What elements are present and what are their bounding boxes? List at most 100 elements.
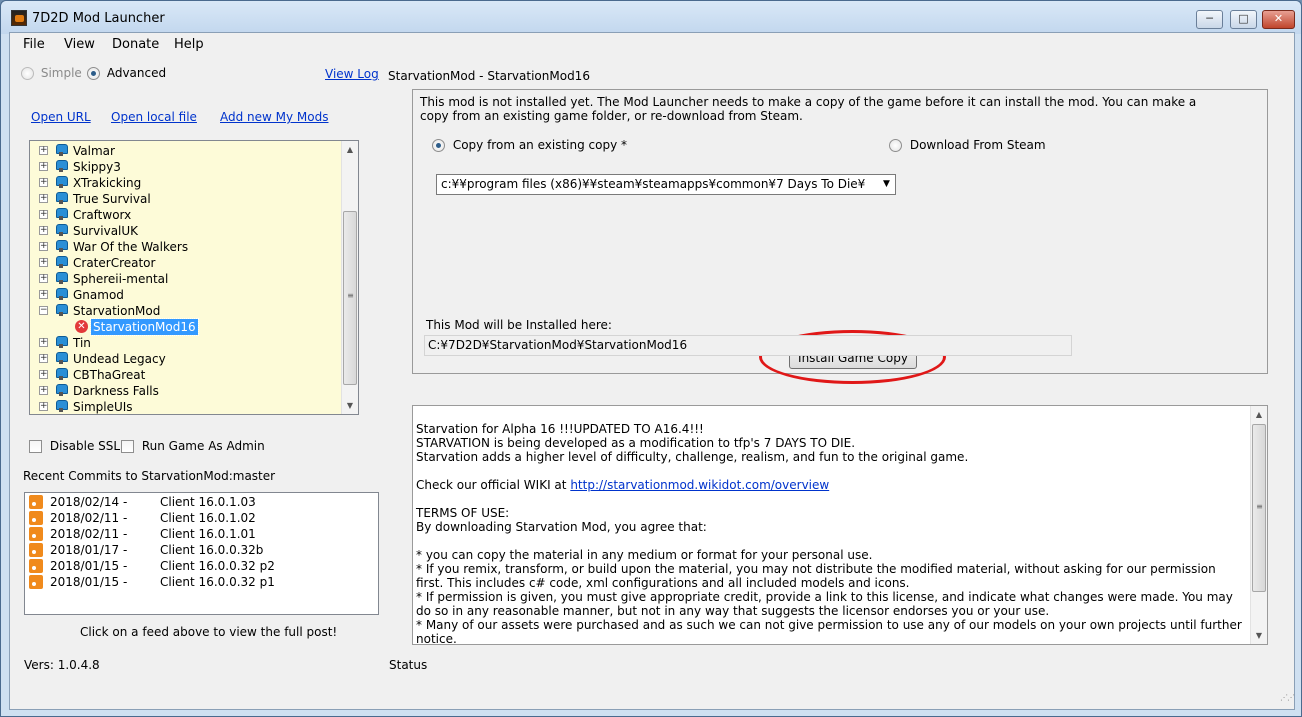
expand-icon[interactable]: +	[39, 178, 48, 187]
mode-simple-option[interactable]: Simple	[21, 66, 82, 80]
game-path-dropdown[interactable]: c:¥¥program files (x86)¥¥steam¥steamapps…	[436, 174, 896, 195]
tree-item[interactable]: + Darkness Falls	[30, 383, 343, 399]
install-target-path-field[interactable]: C:¥7D2D¥StarvationMod¥StarvationMod16	[424, 335, 1072, 356]
expand-icon[interactable]: +	[39, 274, 48, 283]
tree-item[interactable]: − StarvationMod	[30, 303, 343, 319]
expand-icon[interactable]: +	[39, 258, 48, 267]
mod-icon	[54, 256, 68, 269]
mode-advanced-label: Advanced	[106, 66, 167, 80]
menu-donate[interactable]: Donate	[112, 37, 159, 52]
commit-message: Client 16.0.0.32 p1	[160, 575, 275, 589]
tree-item[interactable]: + Valmar	[30, 143, 343, 159]
expand-icon[interactable]: +	[39, 370, 48, 379]
tree-item[interactable]: + War Of the Walkers	[30, 239, 343, 255]
client-area: File View Donate Help Simple Advanced Vi…	[9, 32, 1295, 710]
copy-existing-option[interactable]: Copy from an existing copy *	[432, 138, 627, 152]
expand-icon[interactable]: +	[39, 290, 48, 299]
commit-message: Client 16.0.1.02	[160, 511, 256, 525]
expand-icon[interactable]: +	[39, 402, 48, 411]
tree-item[interactable]: + XTrakicking	[30, 175, 343, 191]
copy-existing-radio[interactable]	[432, 139, 445, 152]
scroll-up-arrow-icon[interactable]: ▲	[342, 141, 358, 158]
scroll-up-arrow-icon[interactable]: ▲	[1251, 406, 1267, 423]
disable-ssl-checkbox[interactable]	[29, 440, 42, 453]
tree-item[interactable]: + CraterCreator	[30, 255, 343, 271]
title-bar[interactable]: 7D2D Mod Launcher ─ □ ✕	[1, 1, 1301, 34]
expand-icon[interactable]: +	[39, 162, 48, 171]
open-local-file-link[interactable]: Open local file	[111, 110, 197, 124]
tree-item[interactable]: + Gnamod	[30, 287, 343, 303]
chevron-down-icon[interactable]: ▼	[878, 175, 895, 194]
maximize-button[interactable]: □	[1230, 10, 1257, 29]
mod-icon	[54, 240, 68, 253]
menu-file[interactable]: File	[23, 37, 45, 52]
collapse-icon[interactable]: −	[39, 306, 48, 315]
commit-row[interactable]: 2018/02/11 - Client 16.0.1.01	[25, 526, 365, 542]
scroll-thumb[interactable]: ≡	[343, 211, 357, 385]
tree-item[interactable]: + Sphereii-mental	[30, 271, 343, 287]
expand-icon[interactable]: +	[39, 354, 48, 363]
commit-date: 2018/02/11 -	[50, 511, 128, 525]
scroll-down-arrow-icon[interactable]: ▼	[1251, 627, 1267, 644]
menu-help[interactable]: Help	[174, 37, 204, 52]
expand-icon[interactable]: +	[39, 210, 48, 219]
minimize-button[interactable]: ─	[1196, 10, 1223, 29]
scroll-down-arrow-icon[interactable]: ▼	[342, 397, 358, 414]
expand-icon[interactable]: +	[39, 386, 48, 395]
description-text: Starvation for Alpha 16 !!!UPDATED TO A1…	[416, 422, 1246, 645]
description-scrollbar[interactable]: ▲ ≡ ▼	[1250, 406, 1267, 644]
close-button[interactable]: ✕	[1262, 10, 1295, 29]
download-steam-option[interactable]: Download From Steam	[889, 138, 1046, 152]
mod-icon	[54, 208, 68, 221]
mod-icon	[54, 352, 68, 365]
download-steam-radio[interactable]	[889, 139, 902, 152]
tree-item[interactable]: + Skippy3	[30, 159, 343, 175]
expand-icon[interactable]: +	[39, 194, 48, 203]
commit-row[interactable]: 2018/02/11 - Client 16.0.1.02	[25, 510, 365, 526]
menu-view[interactable]: View	[64, 37, 95, 52]
tree-item[interactable]: + Craftworx	[30, 207, 343, 223]
expand-icon[interactable]: +	[39, 242, 48, 251]
run-as-admin-option[interactable]: Run Game As Admin	[121, 439, 265, 453]
wiki-link[interactable]: http://starvationmod.wikidot.com/overvie…	[570, 478, 829, 492]
description-terms: TERMS OF USE: By downloading Starvation …	[416, 506, 1242, 645]
tree-item-label: True Survival	[73, 192, 151, 206]
commit-date: 2018/02/11 -	[50, 527, 128, 541]
expand-icon[interactable]: +	[39, 226, 48, 235]
tree-item[interactable]: + CBThaGreat	[30, 367, 343, 383]
tree-item-label: Tin	[73, 336, 91, 350]
commit-row[interactable]: 2018/01/15 - Client 16.0.0.32 p1	[25, 574, 365, 590]
tree-item[interactable]: + Tin	[30, 335, 343, 351]
mode-advanced-radio[interactable]	[87, 67, 100, 80]
commit-row[interactable]: 2018/02/14 - Client 16.0.1.03	[25, 494, 365, 510]
tree-item[interactable]: + Undead Legacy	[30, 351, 343, 367]
scroll-thumb[interactable]: ≡	[1252, 424, 1266, 592]
mode-simple-label: Simple	[40, 66, 82, 80]
commit-row[interactable]: 2018/01/17 - Client 16.0.0.32b	[25, 542, 365, 558]
run-as-admin-checkbox[interactable]	[121, 440, 134, 453]
menu-bar: File View Donate Help	[10, 33, 1294, 55]
open-url-link[interactable]: Open URL	[31, 110, 91, 124]
mod-icon	[54, 288, 68, 301]
tree-item-label: Craftworx	[73, 208, 132, 222]
tree-scrollbar[interactable]: ▲ ≡ ▼	[341, 141, 358, 414]
mode-advanced-option[interactable]: Advanced	[87, 66, 166, 80]
expand-icon[interactable]: +	[39, 338, 48, 347]
commit-row[interactable]: 2018/01/15 - Client 16.0.0.32 p2	[25, 558, 365, 574]
mod-icon	[54, 400, 68, 413]
tree-item[interactable]: + True Survival	[30, 191, 343, 207]
tree-item[interactable]: + SurvivalUK	[30, 223, 343, 239]
disable-ssl-option[interactable]: Disable SSL	[29, 439, 120, 453]
mode-simple-radio[interactable]	[21, 67, 34, 80]
view-log-link[interactable]: View Log	[325, 67, 379, 81]
resize-grip-icon[interactable]: ⋰⋰	[1280, 694, 1295, 707]
window-title: 7D2D Mod Launcher	[32, 11, 165, 26]
tree-item[interactable]: + SimpleUIs	[30, 399, 343, 414]
commits-list[interactable]: 2018/02/14 - Client 16.0.1.03 2018/02/11 -…	[24, 492, 379, 615]
tree-child-item[interactable]: ✕ StarvationMod16	[30, 318, 343, 336]
add-new-mods-link[interactable]: Add new My Mods	[220, 110, 329, 124]
mod-tree[interactable]: + Valmar + Skippy3 + XTrakicking + True Surviva…	[29, 140, 359, 415]
expand-icon[interactable]: +	[39, 146, 48, 155]
tree-item-label: CraterCreator	[73, 256, 156, 270]
mod-description[interactable]: Starvation for Alpha 16 !!!UPDATED TO A1…	[412, 405, 1268, 645]
